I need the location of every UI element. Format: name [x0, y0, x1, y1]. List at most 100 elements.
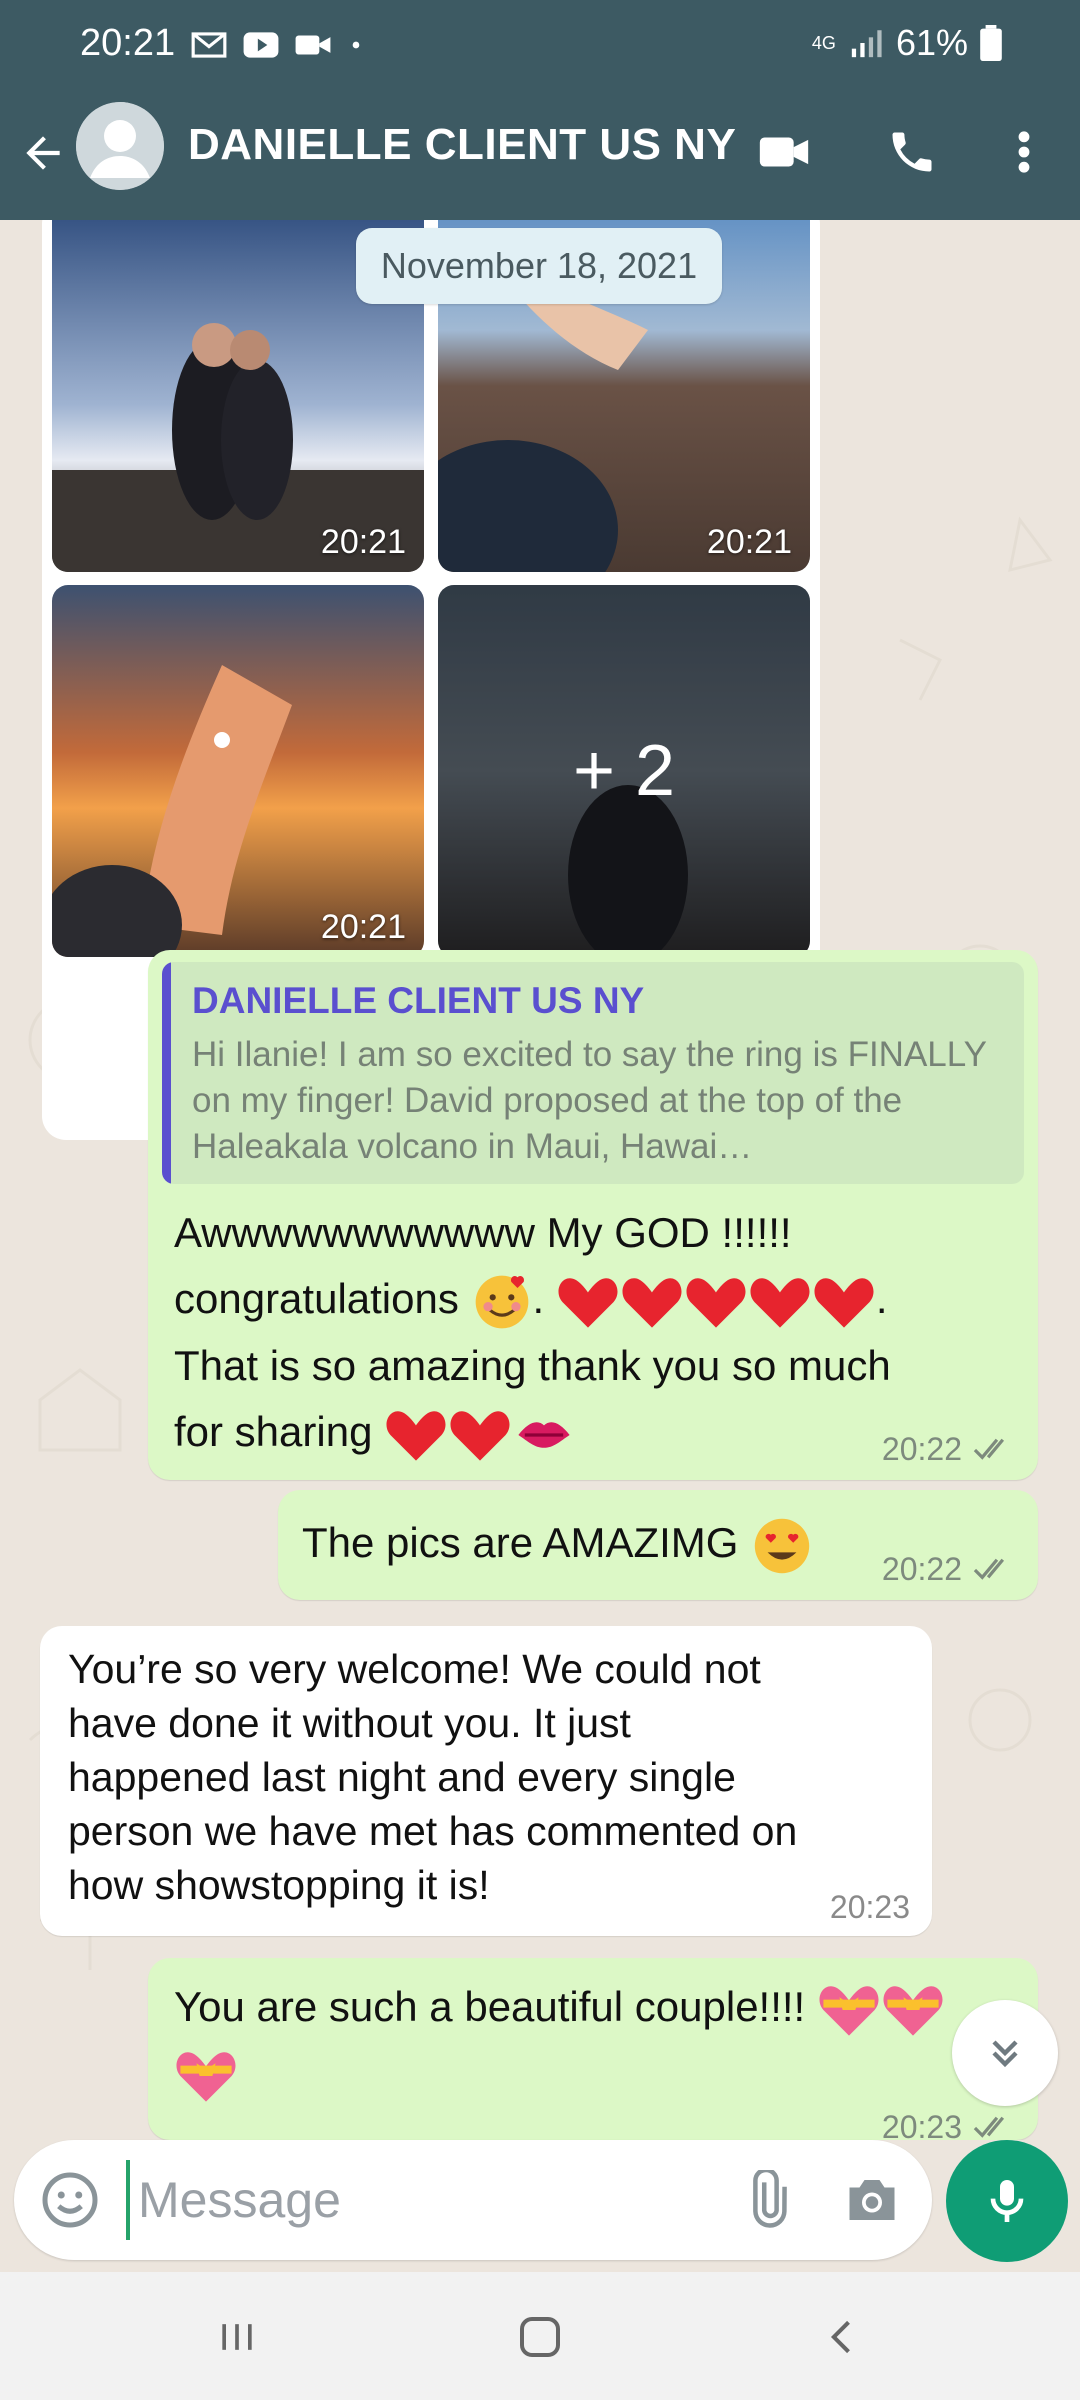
more-vert-icon	[1018, 131, 1030, 173]
message-word: .	[875, 1275, 888, 1322]
system-nav-bar	[0, 2272, 1080, 2400]
message-line: Awwwwwwwwwww My GOD !!!!!!	[174, 1209, 792, 1256]
outgoing-message[interactable]: The pics are AMAZIMG 20:22	[278, 1490, 1038, 1600]
message-input[interactable]	[126, 2160, 726, 2240]
youtube-icon	[243, 32, 279, 58]
recents-button[interactable]	[202, 2302, 272, 2372]
status-right: 4G 61%	[812, 22, 1002, 64]
photo-timestamp: 20:21	[706, 523, 792, 561]
message-line: That is so amazing thank you so much	[174, 1341, 891, 1389]
message-meta: 20:23	[830, 1889, 910, 1926]
phone-icon	[892, 132, 932, 172]
double-check-icon	[973, 1438, 1005, 1460]
photo-timestamp: 20:21	[320, 908, 406, 946]
photo-thumbnail-more[interactable]: + 2	[438, 585, 810, 957]
camera-button[interactable]	[840, 2168, 904, 2232]
scroll-to-bottom-button[interactable]	[952, 2000, 1058, 2106]
quote-accent-bar	[162, 962, 171, 1184]
message-line: happened last night and every single	[68, 1754, 736, 1800]
outgoing-message[interactable]: You are such a beautiful couple!!!! 20:2…	[148, 1958, 1038, 2140]
signal-icon	[851, 30, 882, 58]
chat-header: DANIELLE CLIENT US NY	[0, 90, 1080, 220]
message-word: .	[532, 1275, 545, 1322]
double-check-icon	[973, 2116, 1005, 2138]
attach-button[interactable]	[734, 2168, 798, 2232]
kiss-mark-icon	[518, 1422, 570, 1448]
message-line: person we have met has commented on	[68, 1808, 798, 1854]
red-heart-icon	[558, 1278, 618, 1328]
camera-icon	[849, 2180, 895, 2220]
voice-record-button[interactable]	[946, 2140, 1068, 2262]
message-line: have done it without you. It just	[68, 1700, 631, 1746]
more-options-button[interactable]	[992, 120, 1056, 184]
message-time: 20:22	[881, 1431, 962, 1467]
quote-author: DANIELLE CLIENT US NY	[192, 980, 645, 1021]
red-heart-icon	[450, 1411, 510, 1461]
attach-icon	[753, 2170, 787, 2228]
back-icon	[830, 2320, 850, 2354]
message-line: congratulations . .	[174, 1266, 1024, 1333]
message-time: 20:22	[881, 1551, 962, 1587]
video-call-button[interactable]	[752, 120, 816, 184]
smiling-face-with-hearts-icon	[475, 1275, 528, 1329]
quote-text: Hi Ilanie! I am so excited to say the ri…	[192, 1035, 987, 1166]
status-notification-icons	[190, 28, 366, 62]
heart-with-ribbon-icon	[819, 1986, 879, 2036]
emoji-icon	[42, 2172, 98, 2228]
status-time: 20:21	[80, 22, 176, 64]
red-heart-icon	[686, 1278, 746, 1328]
avatar[interactable]	[76, 102, 164, 190]
video-call-icon	[759, 137, 809, 167]
message-word: congratulations	[174, 1275, 459, 1322]
red-heart-icon	[814, 1278, 874, 1328]
more-photos-label: + 2	[438, 585, 810, 957]
message-time: 20:23	[829, 1889, 910, 1925]
message-text: Awwwwwwwwwww My GOD !!!!!! congratulatio…	[174, 1200, 1024, 1465]
message-meta: 20:23	[882, 2109, 1016, 2140]
double-chevron-down-icon	[992, 2040, 1018, 2068]
battery-percent: 61%	[895, 22, 968, 63]
photo-thumbnail[interactable]: 20:21	[52, 585, 424, 957]
incoming-message[interactable]: You’re so very welcome! We could not hav…	[40, 1626, 932, 1936]
quoted-message[interactable]: DANIELLE CLIENT US NY Hi Ilanie! I am so…	[162, 962, 1024, 1184]
home-button[interactable]	[505, 2302, 575, 2372]
home-icon	[520, 2317, 560, 2357]
message-composer	[14, 2140, 932, 2260]
message-text: The pics are AMAZIMG	[302, 1510, 814, 1578]
heart-eyes-icon	[754, 1518, 810, 1574]
heart-with-ribbon-icon	[176, 2052, 236, 2102]
recents-icon	[222, 2324, 252, 2350]
outgoing-message[interactable]: DANIELLE CLIENT US NY Hi Ilanie! I am so…	[148, 950, 1038, 1480]
message-meta: 20:22	[882, 1551, 1016, 1588]
double-check-icon	[973, 1558, 1005, 1580]
status-bar: 20:21 4G 61%	[0, 0, 1080, 90]
mic-icon	[990, 2180, 1024, 2222]
message-line: You’re so very welcome! We could not	[68, 1646, 761, 1692]
battery-icon	[980, 25, 1002, 61]
date-separator: November 18, 2021	[356, 228, 722, 304]
message-time: 20:23	[881, 2109, 962, 2140]
message-word: for sharing	[174, 1407, 373, 1455]
red-heart-icon	[750, 1278, 810, 1328]
photo-ring-image	[52, 585, 424, 957]
message-text: You’re so very welcome! We could not hav…	[68, 1642, 908, 1912]
nav-back-button[interactable]	[808, 2302, 878, 2372]
voice-call-button[interactable]	[880, 120, 944, 184]
emoji-button[interactable]	[38, 2168, 102, 2232]
red-heart-icon	[622, 1278, 682, 1328]
video-icon	[295, 35, 331, 55]
message-body: The pics are AMAZIMG	[302, 1519, 739, 1566]
chat-area[interactable]: 20:21 20:21 20:21 + 2 November 18, 2021 …	[0, 220, 1080, 2140]
network-type: 4G	[811, 33, 836, 53]
contact-name[interactable]: DANIELLE CLIENT US NY	[188, 120, 736, 170]
message-line: how showstopping it is!	[68, 1862, 490, 1908]
gmail-icon	[191, 32, 227, 58]
message-body: You are such a beautiful couple!!!!	[174, 1983, 806, 2030]
red-heart-icon	[386, 1411, 446, 1461]
heart-with-ribbon-icon	[883, 1986, 943, 2036]
back-button[interactable]	[18, 128, 68, 178]
avatar-icon	[76, 102, 164, 190]
photo-timestamp: 20:21	[320, 523, 406, 561]
dot-icon	[352, 41, 360, 49]
back-arrow-icon	[26, 136, 60, 170]
